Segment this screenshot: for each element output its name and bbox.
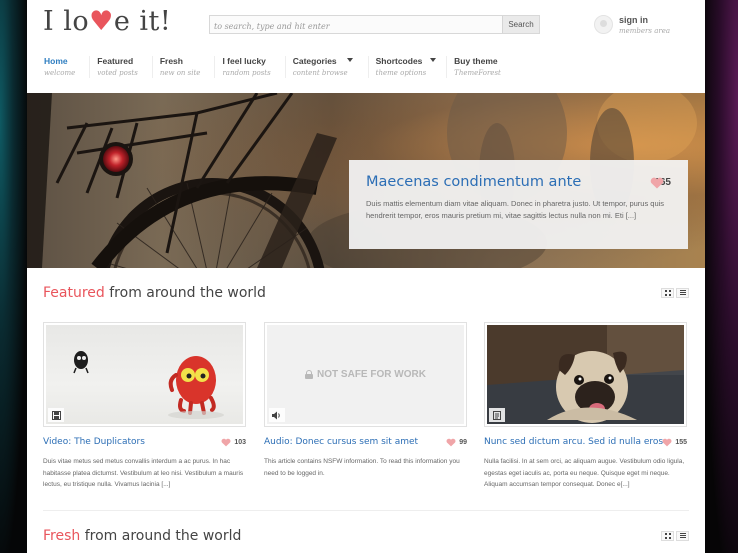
hero-title[interactable]: Maecenas condimentum ante — [366, 174, 671, 190]
film-icon — [48, 408, 64, 422]
nav-item-title: Home — [44, 56, 68, 66]
nav-item-subtitle: theme options — [375, 69, 427, 77]
post-likes[interactable]: 155 — [662, 438, 687, 447]
hero-excerpt: Duis mattis elementum diam vitae aliquam… — [366, 199, 665, 220]
grid-view-icon[interactable] — [661, 288, 674, 298]
post-likes-count: 99 — [459, 439, 467, 446]
background-left — [0, 0, 27, 553]
post-card: NOT SAFE FOR WORK Audio: Donec cursus se… — [264, 322, 467, 477]
nav-item-buy-theme[interactable]: Buy theme ThemeForest — [446, 56, 515, 78]
nav-item-lucky[interactable]: I feel lucky random posts — [214, 56, 284, 78]
fresh-title-rest: from around the world — [80, 528, 242, 544]
post-likes[interactable]: 103 — [221, 438, 246, 447]
post-likes-count: 155 — [675, 439, 687, 446]
heart-icon: ♥ — [89, 6, 114, 37]
post-thumbnail[interactable]: NOT SAFE FOR WORK — [264, 322, 467, 427]
hero-caption[interactable]: Maecenas condimentum ante 165 Duis matti… — [349, 160, 688, 249]
nav-item-title: Buy theme — [454, 56, 498, 66]
lock-icon — [305, 370, 314, 379]
nav-item-shortcodes[interactable]: Shortcodes theme options — [367, 56, 447, 78]
post-card: Nunc sed dictum arcu. Sed id nulla eros … — [484, 322, 687, 488]
post-thumbnail[interactable] — [43, 322, 246, 427]
nsfw-label: NOT SAFE FOR WORK — [317, 369, 426, 380]
nav-item-subtitle: welcome — [44, 69, 76, 77]
avatar[interactable] — [594, 15, 613, 34]
fresh-view-toggle — [659, 531, 689, 541]
page: I lo♥e it! Search sign in members area H… — [27, 0, 705, 553]
background-right — [705, 0, 738, 553]
post-title[interactable]: Video: The Duplicators — [43, 437, 145, 447]
post-title[interactable]: Nunc sed dictum arcu. Sed id nulla eros — [484, 437, 663, 447]
post-likes[interactable]: 99 — [446, 438, 467, 447]
nav-item-subtitle: ThemeForest — [454, 69, 501, 77]
fresh-section-title: Fresh from around the world — [43, 528, 241, 544]
nav-item-title: I feel lucky — [222, 56, 266, 66]
heart-icon — [651, 177, 664, 189]
heart-icon — [221, 438, 231, 447]
heart-icon — [446, 438, 456, 447]
hero-slider[interactable]: Maecenas condimentum ante 165 Duis matti… — [27, 93, 705, 268]
nav-item-title: Fresh — [159, 56, 183, 66]
nav-item-subtitle: content browse — [292, 69, 348, 77]
section-divider — [43, 510, 689, 511]
chevron-down-icon — [429, 58, 436, 62]
signin-title: sign in — [619, 15, 648, 25]
grid-view-icon[interactable] — [661, 531, 674, 541]
fresh-title-accent: Fresh — [43, 528, 81, 544]
heart-icon — [662, 438, 672, 447]
main-nav: Home welcome Featured voted posts Fresh … — [37, 56, 515, 80]
nav-item-home[interactable]: Home welcome — [37, 56, 89, 78]
nav-item-title: Categories — [292, 56, 337, 66]
nav-item-title: Featured — [97, 56, 134, 66]
search-bar: Search — [209, 15, 540, 35]
site-logo[interactable]: I lo♥e it! — [43, 6, 171, 37]
post-thumbnail[interactable] — [484, 322, 687, 427]
nav-item-categories[interactable]: Categories content browse — [284, 56, 368, 78]
post-excerpt: This article contains NSFW information. … — [264, 458, 460, 477]
post-likes-count: 103 — [234, 439, 246, 446]
featured-title-accent: Featured — [43, 285, 105, 301]
nsfw-placeholder: NOT SAFE FOR WORK — [267, 325, 464, 424]
duplicators-image — [73, 351, 224, 419]
nav-item-fresh[interactable]: Fresh new on site — [151, 56, 215, 78]
search-input[interactable] — [210, 18, 500, 35]
post-card: Video: The Duplicators 103 Duis vitae me… — [43, 322, 246, 488]
nav-item-featured[interactable]: Featured voted posts — [89, 56, 152, 78]
nav-item-subtitle: voted posts — [97, 69, 138, 77]
speaker-icon — [269, 408, 285, 422]
pug-image — [487, 325, 684, 424]
logo-text-end: e it! — [113, 6, 172, 37]
signin-link[interactable]: sign in members area — [619, 15, 670, 35]
featured-title-rest: from around the world — [104, 285, 266, 301]
nav-item-subtitle: random posts — [222, 69, 271, 77]
post-excerpt: Nulla facilisi. In at sem orci, ac aliqu… — [484, 458, 685, 488]
featured-section-title: Featured from around the world — [43, 285, 266, 301]
list-view-icon[interactable] — [676, 531, 689, 541]
chevron-down-icon — [346, 58, 353, 62]
post-excerpt: Duis vitae metus sed metus convallis int… — [43, 458, 244, 488]
nav-item-subtitle: new on site — [159, 69, 201, 77]
search-button[interactable]: Search — [502, 16, 539, 33]
hero-likes[interactable]: 165 — [650, 177, 671, 189]
post-title[interactable]: Audio: Donec cursus sem sit amet — [264, 437, 418, 447]
signin-subtitle: members area — [619, 27, 671, 35]
list-view-icon[interactable] — [676, 288, 689, 298]
nav-item-title: Shortcodes — [375, 56, 423, 66]
featured-view-toggle — [659, 288, 689, 298]
logo-text: I lo — [43, 6, 90, 37]
document-icon — [489, 408, 505, 422]
